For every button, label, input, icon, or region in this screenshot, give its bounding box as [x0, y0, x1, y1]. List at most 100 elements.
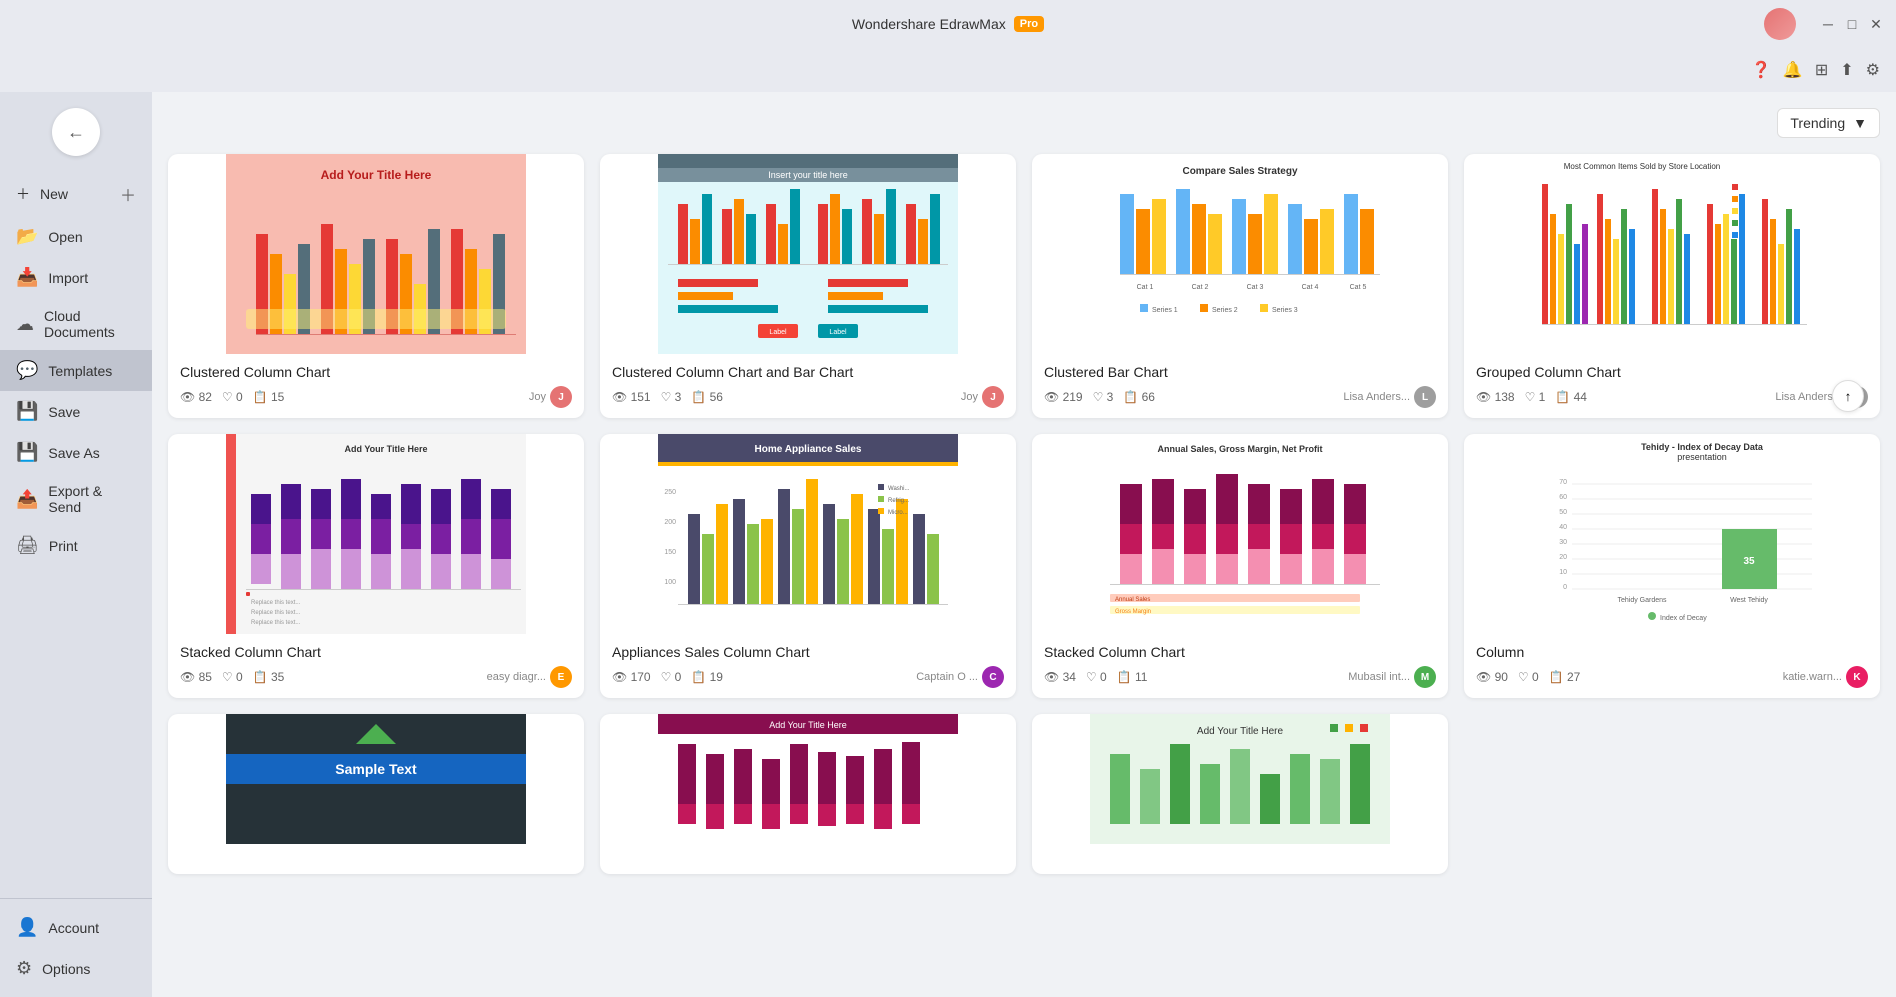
- restore-button[interactable]: □: [1844, 16, 1860, 32]
- new-icon: ＋: [16, 184, 30, 204]
- views-stat: 👁 82: [180, 390, 212, 404]
- likes-stat: ♡ 3: [661, 390, 682, 404]
- svg-text:Replace this text...: Replace this text...: [251, 600, 301, 606]
- svg-text:West Tehidy: West Tehidy: [1730, 597, 1768, 604]
- template-card[interactable]: Tehidy - Index of Decay Data presentatio…: [1464, 434, 1880, 698]
- svg-text:150: 150: [664, 549, 676, 556]
- template-author: easy diagr... E: [487, 666, 572, 688]
- svg-text:20: 20: [1559, 554, 1567, 561]
- template-thumbnail: Add Your Title Here: [168, 434, 584, 634]
- svg-text:Series 3: Series 3: [1272, 307, 1298, 314]
- template-info: Clustered Column Chart and Bar Chart 👁 1…: [600, 354, 1016, 418]
- template-author: Joy J: [529, 386, 572, 408]
- likes-stat: ♡ 0: [1086, 670, 1107, 684]
- likes-stat: ♡ 0: [1518, 670, 1539, 684]
- template-meta: 👁 151 ♡ 3 📋 56 Joy J: [612, 386, 1004, 408]
- template-info: Appliances Sales Column Chart 👁 170 ♡ 0 …: [600, 634, 1016, 698]
- account-icon: 👤: [16, 917, 38, 938]
- template-card[interactable]: Add Your Title Here: [168, 154, 584, 418]
- views-stat: 👁 34: [1044, 670, 1076, 684]
- sidebar-item-saveas[interactable]: 💾 Save As: [0, 432, 152, 473]
- author-avatar: C: [982, 666, 1004, 688]
- copies-stat: 📋 27: [1549, 670, 1581, 684]
- trending-label: Trending: [1790, 115, 1845, 131]
- sidebar-item-options[interactable]: ⚙ Options: [0, 948, 152, 989]
- template-meta: 👁 170 ♡ 0 📋 19 Captain O ... C: [612, 666, 1004, 688]
- svg-text:Add Your Title Here: Add Your Title Here: [344, 444, 427, 454]
- template-card[interactable]: Most Common Items Sold by Store Location: [1464, 154, 1880, 418]
- template-thumbnail: Add Your Title Here: [1032, 714, 1448, 844]
- template-title: Clustered Column Chart: [180, 364, 572, 380]
- svg-text:Label: Label: [769, 329, 787, 336]
- trending-dropdown[interactable]: Trending ▼: [1777, 108, 1880, 138]
- sidebar-item-cloud[interactable]: ☁ Cloud Documents: [0, 298, 152, 350]
- copies-stat: 📋 44: [1555, 390, 1587, 404]
- template-card[interactable]: Insert your title here: [600, 154, 1016, 418]
- minimize-button[interactable]: ─: [1820, 16, 1836, 32]
- close-button[interactable]: ✕: [1868, 16, 1884, 32]
- template-card[interactable]: Add Your Title Here: [168, 434, 584, 698]
- sidebar-export-label: Export & Send: [48, 483, 136, 515]
- template-meta: 👁 138 ♡ 1 📋 44 Lisa Anders... L: [1476, 386, 1868, 408]
- svg-text:200: 200: [664, 519, 676, 526]
- author-name: Joy: [961, 391, 978, 403]
- svg-text:30: 30: [1559, 539, 1567, 546]
- template-thumbnail: Most Common Items Sold by Store Location: [1464, 154, 1880, 354]
- template-card[interactable]: Home Appliance Sales 250 200 150 100: [600, 434, 1016, 698]
- views-stat: 👁 85: [180, 670, 212, 684]
- svg-text:100: 100: [664, 579, 676, 586]
- sidebar: ← ＋ New ＋ 📂 Open 📥 Import ☁ Cloud Docume…: [0, 92, 152, 997]
- template-author: Lisa Anders... L: [1343, 386, 1436, 408]
- sidebar-item-import[interactable]: 📥 Import: [0, 257, 152, 298]
- template-card[interactable]: Compare Sales Strategy: [1032, 154, 1448, 418]
- scroll-up-button[interactable]: ↑: [1832, 380, 1864, 412]
- sidebar-item-open[interactable]: 📂 Open: [0, 216, 152, 257]
- svg-text:Micro...: Micro...: [888, 510, 908, 516]
- views-stat: 👁 151: [612, 390, 651, 404]
- template-card[interactable]: Sample Text: [168, 714, 584, 874]
- svg-text:70: 70: [1559, 479, 1567, 486]
- sidebar-cloud-label: Cloud Documents: [44, 308, 136, 340]
- author-avatar: E: [550, 666, 572, 688]
- back-button[interactable]: ←: [52, 108, 100, 156]
- title-bar: Wondershare EdrawMax Pro ─ □ ✕: [0, 0, 1896, 48]
- sidebar-item-templates[interactable]: 💬 Templates: [0, 350, 152, 391]
- templates-grid: Add Your Title Here: [168, 154, 1880, 874]
- template-info: Stacked Column Chart 👁 85 ♡ 0 📋 35 easy …: [168, 634, 584, 698]
- template-meta: 👁 34 ♡ 0 📋 11 Mubasil int... M: [1044, 666, 1436, 688]
- sidebar-templates-label: Templates: [48, 363, 112, 379]
- svg-text:0: 0: [1563, 584, 1567, 591]
- svg-text:Compare Sales Strategy: Compare Sales Strategy: [1182, 166, 1297, 177]
- svg-text:Tehidy - Index of Decay Data: Tehidy - Index of Decay Data: [1641, 442, 1764, 452]
- author-name: easy diagr...: [487, 671, 546, 683]
- sidebar-item-export[interactable]: 📤 Export & Send: [0, 473, 152, 525]
- template-info: Column 👁 90 ♡ 0 📋 27 katie.warn... K: [1464, 634, 1880, 698]
- help-button[interactable]: ❓: [1751, 60, 1771, 80]
- template-thumbnail: Annual Sales, Gross Margin, Net Profit: [1032, 434, 1448, 634]
- share-button[interactable]: ⬆: [1840, 60, 1853, 80]
- user-avatar-button[interactable]: [1764, 8, 1796, 40]
- sidebar-item-save[interactable]: 💾 Save: [0, 391, 152, 432]
- sidebar-options-label: Options: [42, 961, 90, 977]
- svg-text:presentation: presentation: [1677, 452, 1727, 462]
- content-header: Trending ▼: [168, 108, 1880, 138]
- export-icon: 📤: [16, 489, 38, 510]
- svg-text:Cat 1: Cat 1: [1137, 284, 1154, 291]
- template-card[interactable]: Annual Sales, Gross Margin, Net Profit: [1032, 434, 1448, 698]
- svg-text:Cat 2: Cat 2: [1192, 284, 1209, 291]
- grid-button[interactable]: ⊞: [1815, 60, 1828, 80]
- content-area: Trending ▼ Add Your Title Here: [152, 92, 1896, 997]
- toolbar: ❓ 🔔 ⊞ ⬆ ⚙: [0, 48, 1896, 92]
- sidebar-item-new[interactable]: ＋ New ＋: [0, 172, 152, 216]
- options-icon: ⚙: [16, 958, 32, 979]
- author-avatar: J: [550, 386, 572, 408]
- sidebar-new-label: New: [40, 186, 68, 202]
- notification-button[interactable]: 🔔: [1783, 60, 1803, 80]
- template-card[interactable]: Add Your Title Here: [600, 714, 1016, 874]
- settings-button[interactable]: ⚙: [1866, 60, 1880, 80]
- sidebar-item-account[interactable]: 👤 Account: [0, 907, 152, 948]
- svg-text:Series 1: Series 1: [1152, 307, 1178, 314]
- template-card[interactable]: Add Your Title Here: [1032, 714, 1448, 874]
- sidebar-item-print[interactable]: 🖨 Print: [0, 525, 152, 566]
- author-avatar: J: [982, 386, 1004, 408]
